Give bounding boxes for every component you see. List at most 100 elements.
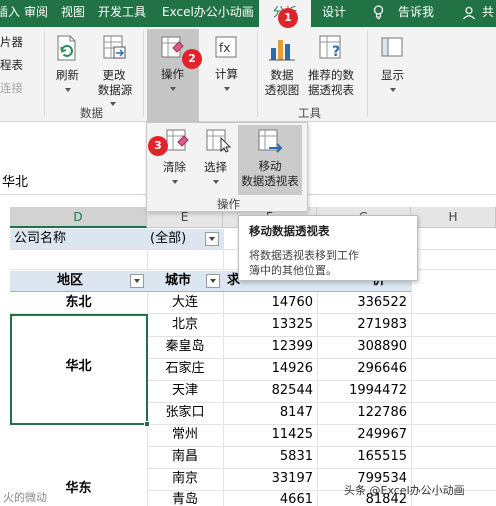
ribbon-tab-bar: 插入 审阅 视图 开发工具 Excel办公小动画 分析 设计 告诉我 共 [0, 0, 496, 27]
recommended-pivot-tables-button-line2[interactable]: 据透视表 [302, 83, 360, 97]
city-cell[interactable]: 天津 [147, 381, 223, 401]
select-button[interactable]: 选择 [204, 160, 227, 174]
lightbulb-icon [373, 5, 384, 20]
quantity-cell[interactable]: 14760 [223, 293, 313, 313]
filter-field-label: 公司名称 [14, 231, 67, 246]
calculations-dropdown-icon[interactable] [224, 87, 230, 91]
recommended-pivot-tables-button[interactable]: 推荐的数 [302, 68, 360, 82]
move-pivot-table-button[interactable]: 移动 [241, 159, 299, 173]
price-cell[interactable]: 1994472 [317, 381, 407, 401]
quantity-cell[interactable]: 12399 [223, 337, 313, 357]
pivot-chart-icon [269, 40, 295, 61]
pivot-chart-button-line2[interactable]: 透视图 [262, 83, 302, 97]
quantity-cell[interactable]: 14926 [223, 359, 313, 379]
city-cell[interactable]: 北京 [147, 315, 223, 335]
price-cell[interactable]: 249967 [317, 425, 407, 445]
filter-dropdown-button[interactable] [205, 232, 219, 246]
price-cell[interactable]: 271983 [317, 315, 407, 335]
tell-me-search[interactable]: 告诉我 [398, 0, 434, 27]
move-pivot-table-button-line2[interactable]: 数据透视表 [239, 174, 301, 188]
move-pivot-tooltip: 移动数据透视表 将数据透视表移到工作 簿中的其他位置。 [238, 215, 418, 281]
quantity-cell[interactable]: 8147 [223, 403, 313, 423]
tab-review[interactable]: 审阅 [24, 0, 48, 27]
tab-excel-animation[interactable]: Excel办公小动画 [162, 0, 254, 27]
calculations-icon: fx [215, 36, 237, 58]
header-city: 城市 [164, 273, 191, 288]
change-data-source-dropdown-icon[interactable] [110, 102, 116, 106]
ribbon-analyze: 片器 程表 连接 刷新 更改 数据源 数据 操作 fx 计算 数据 透视图 ? … [0, 27, 496, 122]
group-divider [257, 31, 258, 117]
city-cell[interactable]: 张家口 [147, 403, 223, 423]
city-cell[interactable]: 石家庄 [147, 359, 223, 379]
quantity-cell[interactable]: 82544 [223, 381, 313, 401]
show-icon [381, 37, 403, 57]
city-filter-button[interactable] [206, 274, 220, 288]
recommended-pivot-tables-icon: ? [319, 35, 341, 60]
watermark-left: 火的微动 [3, 491, 47, 504]
price-cell[interactable]: 296646 [317, 359, 407, 379]
clear-dropdown-icon[interactable] [172, 180, 178, 184]
city-cell[interactable]: 常州 [147, 425, 223, 445]
quantity-cell[interactable]: 11425 [223, 425, 313, 445]
refresh-dropdown-icon[interactable] [65, 88, 71, 92]
fill-handle[interactable] [144, 421, 150, 427]
pivot-chart-button[interactable]: 数据 [262, 68, 302, 82]
group-divider [367, 31, 368, 117]
city-cell[interactable]: 南昌 [147, 447, 223, 467]
tab-design[interactable]: 设计 [322, 0, 346, 27]
quantity-cell[interactable]: 33197 [223, 469, 313, 489]
quantity-cell[interactable]: 4661 [223, 490, 313, 506]
price-cell[interactable]: 165515 [317, 447, 407, 467]
tab-developer[interactable]: 开发工具 [98, 0, 146, 27]
move-pivot-table-icon [258, 129, 283, 153]
calculations-button[interactable]: 计算 [215, 67, 238, 81]
refresh-button[interactable]: 刷新 [56, 68, 79, 82]
price-cell[interactable]: 122786 [317, 403, 407, 423]
tab-insert[interactable]: 插入 [0, 0, 20, 27]
change-data-source-icon [103, 35, 126, 59]
tab-share[interactable]: 共 [482, 0, 494, 27]
change-data-source-button[interactable]: 更改 [94, 68, 134, 82]
show-button[interactable]: 显示 [381, 68, 404, 82]
column-header-h[interactable]: H [411, 207, 496, 228]
clear-button[interactable]: 清除 [163, 160, 186, 174]
tooltip-body-line1: 将数据透视表移到工作 [249, 249, 359, 262]
tab-view[interactable]: 视图 [61, 0, 85, 27]
excel-window: 插入 审阅 视图 开发工具 Excel办公小动画 分析 设计 告诉我 共 片器 … [0, 0, 496, 506]
quantity-cell[interactable]: 13325 [223, 315, 313, 335]
quantity-cell[interactable]: 5831 [223, 447, 313, 467]
price-cell[interactable]: 308890 [317, 337, 407, 357]
ribbon-slicer-label[interactable]: 片器 [0, 35, 23, 49]
share-user-icon[interactable] [462, 6, 476, 20]
region-filter-button[interactable] [130, 274, 144, 288]
watermark-right: 头条 @Excel办公小动画 [344, 484, 465, 497]
city-cell[interactable]: 青岛 [147, 490, 223, 506]
step-badge-1: 1 [278, 8, 298, 28]
step-badge-3: 3 [148, 136, 168, 156]
actions-dropdown-panel: 清除 选择 移动 数据透视表 操作 [146, 122, 308, 212]
formula-bar-value[interactable]: 华北 [2, 173, 28, 193]
ribbon-timeline-label[interactable]: 程表 [0, 58, 23, 72]
refresh-icon [57, 35, 76, 61]
price-cell[interactable]: 336522 [317, 293, 407, 313]
change-data-source-button-line2[interactable]: 数据源 [89, 83, 141, 97]
city-cell[interactable]: 大连 [147, 293, 223, 313]
clear-icon [166, 129, 189, 151]
column-header-d[interactable]: D [10, 207, 147, 228]
header-region: 地区 [56, 273, 83, 288]
actions-group-label: 操作 [217, 197, 240, 211]
select-icon [206, 129, 232, 153]
step-badge-2: 2 [182, 49, 202, 69]
city-cell[interactable]: 南京 [147, 469, 223, 489]
group-divider [143, 31, 144, 117]
city-cell[interactable]: 秦皇岛 [147, 337, 223, 357]
svg-text:fx: fx [219, 41, 230, 55]
data-group-label: 数据 [80, 106, 103, 120]
tooltip-body-line2: 簿中的其他位置。 [249, 264, 337, 277]
select-dropdown-icon[interactable] [213, 180, 219, 184]
group-divider [44, 31, 45, 117]
region-cell[interactable]: 东北 [10, 293, 147, 313]
actions-dropdown-icon[interactable] [170, 87, 176, 91]
actions-button[interactable]: 操作 [161, 67, 184, 81]
show-dropdown-icon[interactable] [390, 88, 396, 92]
